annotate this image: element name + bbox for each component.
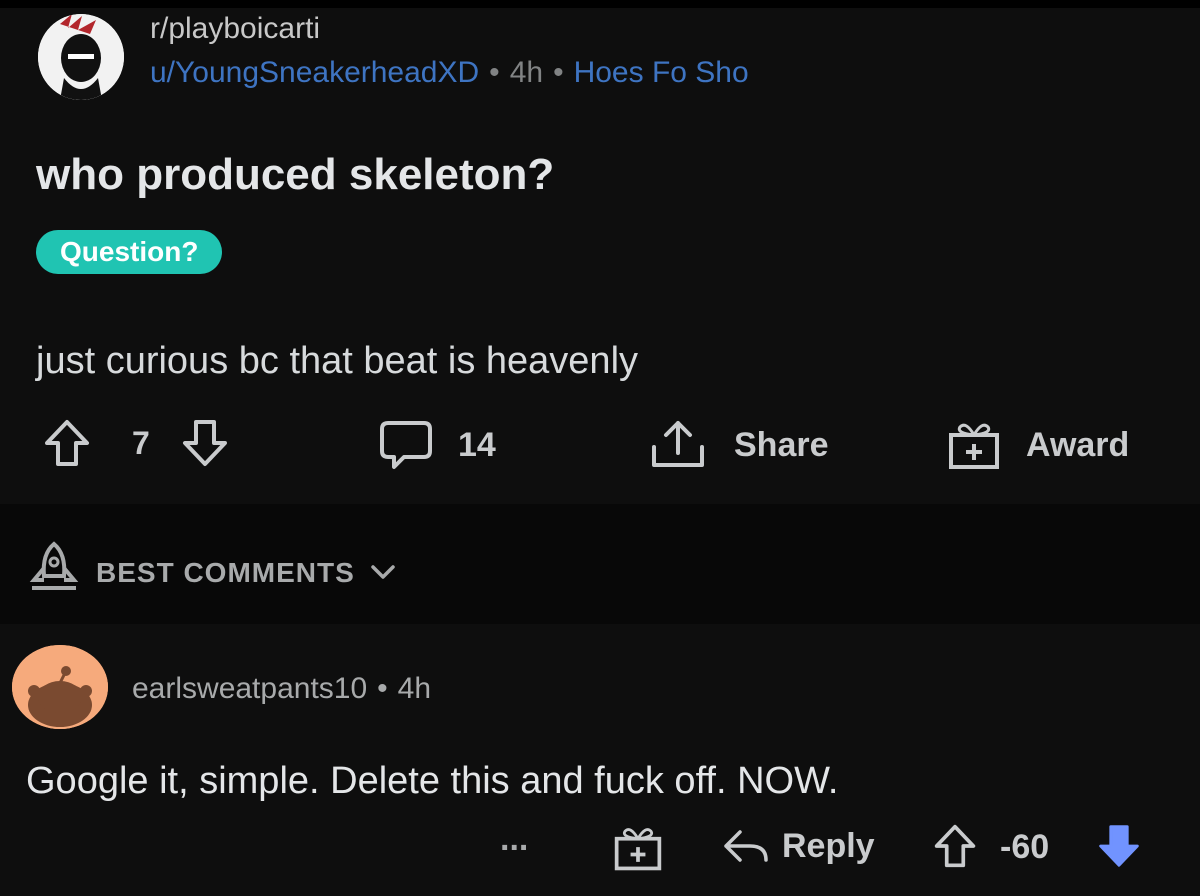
share-label: Share xyxy=(734,425,829,464)
post-body: just curious bc that beat is heavenly xyxy=(36,340,639,382)
more-options-button[interactable]: ... xyxy=(500,820,528,859)
comment-actions: ... Reply -60 xyxy=(0,820,1200,880)
user-flair: Hoes Fo Sho xyxy=(573,56,749,89)
comment-meta: earlsweatpants10 • 4h xyxy=(132,672,431,706)
reply-arrow-icon xyxy=(722,826,770,866)
meta-separator: • xyxy=(553,56,564,89)
award-label: Award xyxy=(1026,425,1130,464)
arrow-down-outline-icon xyxy=(180,417,230,469)
post-score: 7 xyxy=(132,425,150,461)
comment-downvote-button[interactable] xyxy=(1096,822,1142,870)
share-icon xyxy=(648,417,708,473)
subreddit-avatar[interactable] xyxy=(38,14,124,100)
sort-dropdown[interactable]: BEST COMMENTS xyxy=(26,540,397,605)
post-age: 4h xyxy=(509,56,544,89)
post-flair-tag[interactable]: Question? xyxy=(36,230,223,274)
speech-bubble-icon xyxy=(378,419,434,471)
comment-score: -60 xyxy=(1000,828,1050,866)
arrow-up-outline-icon xyxy=(932,822,978,870)
comment-upvote-button[interactable] xyxy=(932,822,978,870)
award-button[interactable]: Award xyxy=(946,417,1129,473)
post-actions: 7 14 Share Award xyxy=(0,415,1200,475)
arrow-up-outline-icon xyxy=(42,417,92,469)
sort-label: BEST COMMENTS xyxy=(96,556,355,588)
downvote-button[interactable] xyxy=(180,417,230,469)
rocket-icon xyxy=(26,540,82,605)
comment-avatar[interactable] xyxy=(12,645,108,729)
post-title[interactable]: who produced skeleton? xyxy=(36,150,554,200)
comments-count: 14 xyxy=(458,425,496,464)
comment-age: 4h xyxy=(397,672,432,705)
gift-icon xyxy=(946,417,1002,473)
share-button[interactable]: Share xyxy=(648,417,829,473)
comment-award-button[interactable] xyxy=(612,822,664,874)
comment-author[interactable]: earlsweatpants10 xyxy=(132,672,367,705)
meta-separator: • xyxy=(377,672,388,705)
subreddit-name[interactable]: r/playboicarti xyxy=(150,12,320,46)
chevron-down-icon xyxy=(369,557,397,589)
comment-text: Google it, simple. Delete this and fuck … xyxy=(26,760,839,802)
post-meta: u/YoungSneakerheadXD • 4h • Hoes Fo Sho xyxy=(150,56,749,90)
reply-button[interactable]: Reply xyxy=(722,826,875,866)
gift-icon xyxy=(612,822,664,874)
top-edge xyxy=(0,0,1200,8)
reply-label: Reply xyxy=(782,826,875,865)
arrow-down-filled-icon xyxy=(1096,822,1142,870)
post-author[interactable]: u/YoungSneakerheadXD xyxy=(150,56,479,89)
meta-separator: • xyxy=(489,56,500,89)
comments-button[interactable]: 14 xyxy=(378,419,496,471)
upvote-button[interactable] xyxy=(42,417,92,469)
